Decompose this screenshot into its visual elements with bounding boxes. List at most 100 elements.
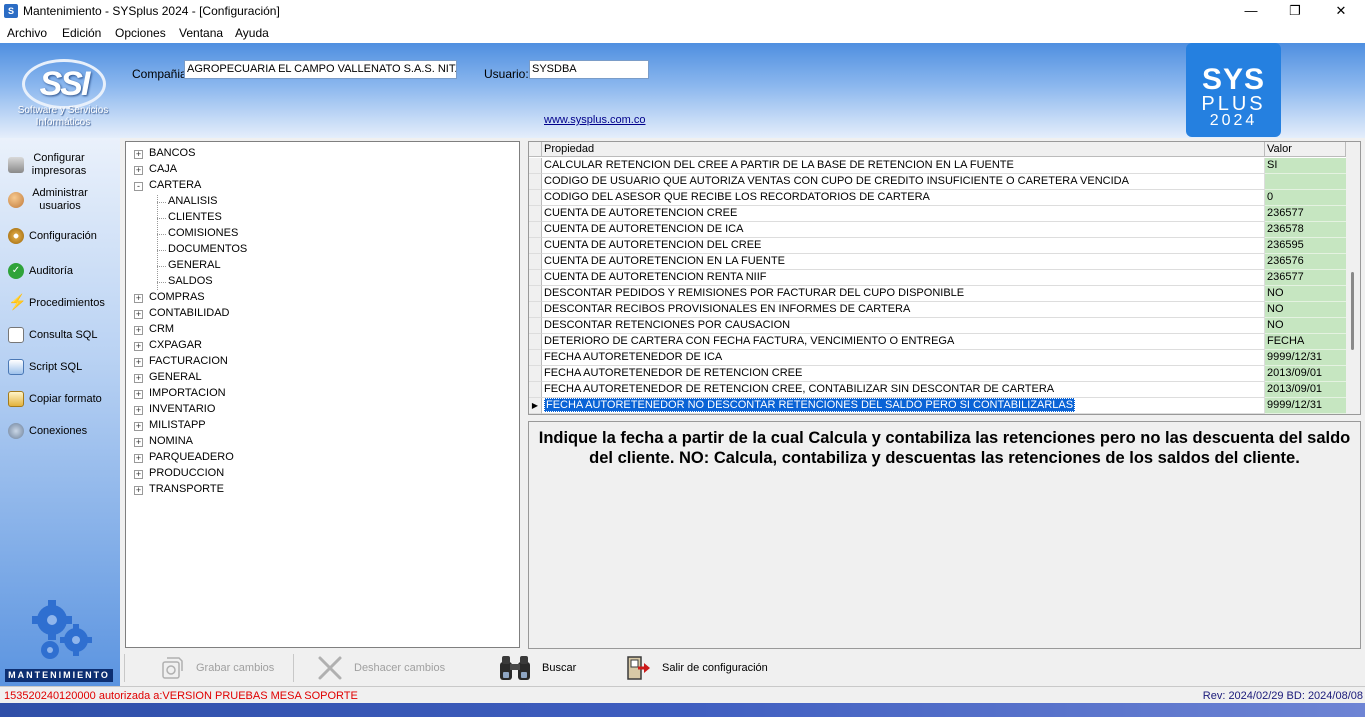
grid-cell-value[interactable]: NO — [1265, 318, 1346, 334]
row-indicator[interactable] — [529, 334, 542, 350]
grid-cell-property[interactable]: CALCULAR RETENCION DEL CREE A PARTIR DE … — [542, 158, 1265, 174]
grid-cell-value[interactable]: 236577 — [1265, 206, 1346, 222]
user-field[interactable]: SYSDBA — [529, 60, 649, 79]
grid-row[interactable]: CALCULAR RETENCION DEL CREE A PARTIR DE … — [529, 158, 1349, 174]
grid-cell-property[interactable]: CUENTA DE AUTORETENCION DEL CREE — [542, 238, 1265, 254]
grid-cell-value[interactable]: 9999/12/31 — [1265, 398, 1346, 414]
grid-row[interactable]: DESCONTAR RETENCIONES POR CAUSACION NO — [529, 318, 1349, 334]
tree-expand-toggle[interactable]: + — [134, 166, 143, 175]
grid-row[interactable]: CUENTA DE AUTORETENCION CREE 236577 — [529, 206, 1349, 222]
grid-cell-value[interactable]: 2013/09/01 — [1265, 366, 1346, 382]
website-link[interactable]: www.sysplus.com.co — [544, 114, 645, 126]
tree-expand-toggle[interactable]: + — [134, 438, 143, 447]
grid-row[interactable]: FECHA AUTORETENEDOR DE ICA 9999/12/31 — [529, 350, 1349, 366]
tree-item[interactable]: COMPRAS — [149, 291, 205, 303]
exit-config-button[interactable]: Salir de configuración — [624, 653, 768, 683]
grid-row[interactable]: ▶ FECHA AUTORETENEDOR NO DESCONTAR RETENC… — [529, 398, 1349, 414]
tree-item[interactable]: CXPAGAR — [149, 339, 202, 351]
grid-cell-value[interactable]: SI — [1265, 158, 1346, 174]
grid-row[interactable]: CODIGO DEL ASESOR QUE RECIBE LOS RECORDA… — [529, 190, 1349, 206]
grid-row[interactable]: DETERIORO DE CARTERA CON FECHA FACTURA, … — [529, 334, 1349, 350]
company-field[interactable]: AGROPECUARIA EL CAMPO VALLENATO S.A.S. N… — [184, 60, 457, 79]
search-button[interactable]: Buscar — [498, 653, 576, 683]
tree-expand-toggle[interactable]: + — [134, 310, 143, 319]
grid-cell-property[interactable]: DESCONTAR RETENCIONES POR CAUSACION — [542, 318, 1265, 334]
nav-procedimientos[interactable]: ⚡ Procedimientos — [8, 295, 118, 311]
grid-row[interactable]: DESCONTAR PEDIDOS Y REMISIONES POR FACTU… — [529, 286, 1349, 302]
tree-expand-toggle[interactable]: + — [134, 374, 143, 383]
tree-expand-toggle[interactable]: + — [134, 470, 143, 479]
grid-cell-property[interactable]: DETERIORO DE CARTERA CON FECHA FACTURA, … — [542, 334, 1265, 350]
grid-cell-property[interactable]: DESCONTAR RECIBOS PROVISIONALES EN INFOR… — [542, 302, 1265, 318]
tree-item[interactable]: SALDOS — [168, 275, 213, 287]
row-indicator[interactable] — [529, 382, 542, 398]
tree-item[interactable]: CARTERA — [149, 179, 201, 191]
tree-expand-toggle[interactable]: + — [134, 486, 143, 495]
minimize-button[interactable]: — — [1228, 0, 1274, 23]
tree-item[interactable]: CLIENTES — [168, 211, 222, 223]
grid-row[interactable]: CUENTA DE AUTORETENCION RENTA NIIF 236577 — [529, 270, 1349, 286]
grid-row[interactable]: FECHA AUTORETENEDOR DE RETENCION CREE, C… — [529, 382, 1349, 398]
tree-item[interactable]: PARQUEADERO — [149, 451, 234, 463]
tree-item[interactable]: DOCUMENTOS — [168, 243, 247, 255]
grid-cell-value[interactable]: FECHA — [1265, 334, 1346, 350]
tree-expand-toggle[interactable]: + — [134, 358, 143, 367]
tree-item[interactable]: FACTURACION — [149, 355, 228, 367]
grid-row[interactable]: CUENTA DE AUTORETENCION DE ICA 236578 — [529, 222, 1349, 238]
tree-item[interactable]: NOMINA — [149, 435, 193, 447]
tree-item[interactable]: INVENTARIO — [149, 403, 215, 415]
restore-button[interactable]: ❐ — [1272, 0, 1318, 23]
row-indicator[interactable] — [529, 174, 542, 190]
nav-script-sql[interactable]: Script SQL — [8, 359, 118, 375]
grid-cell-property[interactable]: FECHA AUTORETENEDOR DE RETENCION CREE, C… — [542, 382, 1265, 398]
tree-item[interactable]: TRANSPORTE — [149, 483, 224, 495]
menu-edicion[interactable]: Edición — [62, 26, 101, 40]
row-indicator[interactable] — [529, 318, 542, 334]
grid-cell-value[interactable]: 0 — [1265, 190, 1346, 206]
row-indicator[interactable] — [529, 350, 542, 366]
tree-item[interactable]: CONTABILIDAD — [149, 307, 229, 319]
tree-item[interactable]: ANALISIS — [168, 195, 218, 207]
grid-row[interactable]: DESCONTAR RECIBOS PROVISIONALES EN INFOR… — [529, 302, 1349, 318]
grid-cell-property[interactable]: FECHA AUTORETENEDOR DE RETENCION CREE — [542, 366, 1265, 382]
tree-item[interactable]: BANCOS — [149, 147, 195, 159]
nav-administrar-usuarios[interactable]: Administrar usuarios — [8, 187, 118, 213]
tree-expand-toggle[interactable]: + — [134, 150, 143, 159]
grid-row[interactable]: CODIGO DE USUARIO QUE AUTORIZA VENTAS CO… — [529, 174, 1349, 190]
grid-cell-value[interactable]: 236595 — [1265, 238, 1346, 254]
tree-expand-toggle[interactable]: + — [134, 294, 143, 303]
row-indicator[interactable] — [529, 206, 542, 222]
grid-cell-value[interactable]: 236578 — [1265, 222, 1346, 238]
module-tree[interactable]: BANCOS + CAJA + CARTERA - ANALISIS CLIENTES COMI… — [125, 141, 520, 648]
grid-cell-property[interactable]: FECHA AUTORETENEDOR NO DESCONTAR RETENCI… — [542, 398, 1265, 414]
grid-header-value[interactable]: Valor — [1265, 142, 1346, 157]
undo-button[interactable]: Deshacer cambios — [316, 653, 445, 683]
grid-row[interactable]: CUENTA DE AUTORETENCION EN LA FUENTE 2365… — [529, 254, 1349, 270]
tree-item[interactable]: CRM — [149, 323, 174, 335]
row-indicator[interactable] — [529, 190, 542, 206]
grid-cell-value[interactable]: 236576 — [1265, 254, 1346, 270]
grid-cell-value[interactable]: 9999/12/31 — [1265, 350, 1346, 366]
tree-collapse-toggle[interactable]: - — [134, 182, 143, 191]
row-indicator[interactable] — [529, 286, 542, 302]
grid-cell-property[interactable]: CUENTA DE AUTORETENCION DE ICA — [542, 222, 1265, 238]
grid-cell-property[interactable]: CODIGO DE USUARIO QUE AUTORIZA VENTAS CO… — [542, 174, 1265, 190]
tree-item[interactable]: PRODUCCION — [149, 467, 224, 479]
menu-archivo[interactable]: Archivo — [7, 26, 47, 40]
scrollbar-thumb[interactable] — [1351, 272, 1354, 350]
tree-item[interactable]: GENERAL — [168, 259, 221, 271]
properties-grid[interactable]: Propiedad Valor CALCULAR RETENCION DEL C… — [528, 141, 1361, 415]
grid-row[interactable]: CUENTA DE AUTORETENCION DEL CREE 236595 — [529, 238, 1349, 254]
grid-cell-value[interactable]: 2013/09/01 — [1265, 382, 1346, 398]
tree-expand-toggle[interactable]: + — [134, 390, 143, 399]
close-button[interactable]: ✕ — [1318, 0, 1364, 23]
tree-item[interactable]: GENERAL — [149, 371, 202, 383]
nav-configurar-impresoras[interactable]: Configurar impresoras — [8, 152, 118, 178]
row-indicator[interactable] — [529, 238, 542, 254]
tree-expand-toggle[interactable]: + — [134, 342, 143, 351]
tree-item[interactable]: CAJA — [149, 163, 177, 175]
row-indicator[interactable] — [529, 158, 542, 174]
grid-header-property[interactable]: Propiedad — [542, 142, 1265, 157]
grid-cell-property[interactable]: CUENTA DE AUTORETENCION EN LA FUENTE — [542, 254, 1265, 270]
grid-cell-value[interactable]: 236577 — [1265, 270, 1346, 286]
